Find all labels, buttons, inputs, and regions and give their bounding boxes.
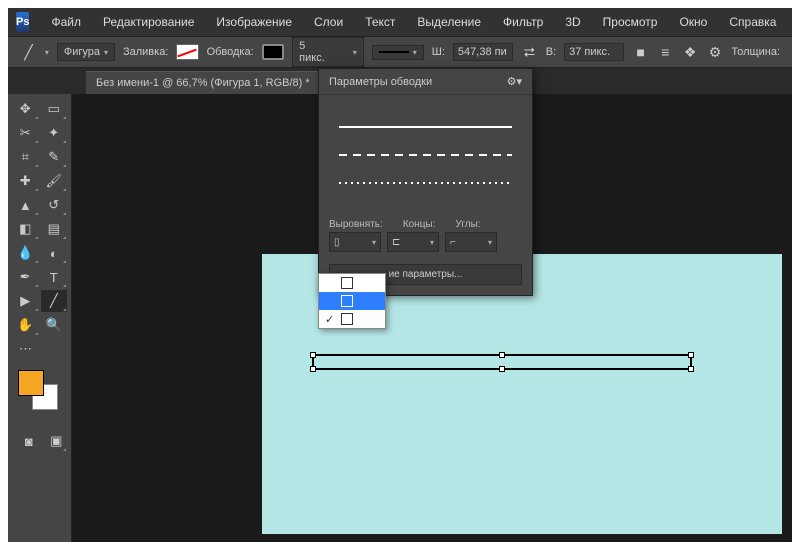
align-icon[interactable]: ≡ — [657, 42, 674, 62]
transform-handle[interactable] — [499, 366, 505, 372]
color-swatches[interactable] — [18, 370, 58, 410]
align-option-center[interactable] — [319, 292, 385, 310]
stroke-width-value: 5 пикс. — [299, 40, 328, 64]
gear-icon[interactable]: ⚙▾ — [507, 75, 522, 88]
move-tool[interactable]: ✥ — [12, 98, 39, 120]
line-preview-icon — [379, 51, 409, 53]
foreground-swatch[interactable] — [18, 370, 44, 396]
document-tab[interactable]: Без имени-1 @ 66,7% (Фигура 1, RGB/8) * — [86, 71, 320, 94]
align-outside-icon — [341, 313, 353, 325]
align-option-inside[interactable] — [319, 274, 385, 292]
stroke-width-select[interactable]: 5 пикс. ▾ — [292, 37, 364, 67]
menu-3d[interactable]: 3D — [555, 11, 590, 33]
toolbox: ✥ ▭ ✂ ✦ ⌗ ✎ ✚ 🖌 ▲ ↺ ◧ ▤ — [8, 94, 72, 542]
height-input[interactable] — [564, 43, 624, 61]
chevron-down-icon: ▾ — [413, 48, 417, 57]
stroke-preset-dotted[interactable] — [339, 169, 512, 197]
menu-help[interactable]: Справка — [719, 11, 786, 33]
height-label: В: — [546, 46, 556, 58]
corners-select[interactable]: ⌐▾ — [445, 232, 497, 252]
fill-swatch[interactable] — [176, 44, 198, 60]
thickness-label: Толщина: — [731, 46, 780, 58]
chevron-down-icon: ▾ — [353, 48, 357, 57]
fill-label: Заливка: — [123, 46, 168, 58]
link-wh-icon[interactable]: ⮂ — [521, 42, 538, 62]
options-bar: ╱ ▾ Фигура ▾ Заливка: Обводка: 5 пикс. ▾… — [8, 36, 792, 68]
path-select-tool[interactable]: ▶ — [12, 290, 39, 312]
lasso-tool[interactable]: ✂ — [12, 122, 39, 144]
chevron-down-icon: ▾ — [104, 48, 108, 57]
menu-filter[interactable]: Фильтр — [493, 11, 553, 33]
stroke-label: Обводка: — [207, 46, 254, 58]
menu-edit[interactable]: Редактирование — [93, 11, 204, 33]
quickmask-tool[interactable]: ◙ — [18, 430, 40, 452]
align-center-icon — [341, 295, 353, 307]
stamp-tool[interactable]: ▲ — [12, 194, 39, 216]
align-dropdown: ✓ — [318, 273, 386, 329]
align-select[interactable]: ▯▾ — [329, 232, 381, 252]
align-label: Выровнять: — [329, 219, 383, 230]
line-tool[interactable]: ╱ — [41, 290, 68, 312]
caps-select[interactable]: ⊏▾ — [387, 232, 439, 252]
transform-handle[interactable] — [310, 366, 316, 372]
hand-tool[interactable]: ✋ — [12, 314, 39, 336]
brush-tool[interactable]: 🖌 — [41, 170, 68, 192]
menu-layers[interactable]: Слои — [304, 11, 353, 33]
shape-mode-select[interactable]: Фигура ▾ — [57, 43, 115, 61]
gear-icon[interactable]: ⚙ — [707, 42, 724, 62]
stroke-style-select[interactable]: ▾ — [372, 45, 424, 60]
stroke-options-panel: Параметры обводки ⚙▾ Выровнять: Концы: У… — [318, 68, 533, 296]
wand-tool[interactable]: ✦ — [41, 122, 68, 144]
heal-tool[interactable]: ✚ — [12, 170, 39, 192]
transform-handle[interactable] — [688, 352, 694, 358]
menu-bar: Ps Файл Редактирование Изображение Слои … — [8, 8, 792, 36]
arrange-icon[interactable]: ❖ — [682, 42, 699, 62]
eyedropper-tool[interactable]: ✎ — [41, 146, 68, 168]
transform-handle[interactable] — [688, 366, 694, 372]
app-logo[interactable]: Ps — [16, 12, 29, 32]
type-tool[interactable]: T — [41, 266, 68, 288]
tool-preset-icon[interactable]: ╱ — [20, 42, 37, 62]
caps-label: Концы: — [403, 219, 436, 230]
zoom-tool[interactable]: 🔍 — [41, 314, 68, 336]
align-inside-icon — [341, 277, 353, 289]
width-label: Ш: — [432, 46, 445, 58]
menu-image[interactable]: Изображение — [206, 11, 302, 33]
marquee-tool[interactable]: ▭ — [41, 98, 68, 120]
shape-rectangle[interactable] — [312, 354, 692, 370]
shape-mode-label: Фигура — [64, 46, 100, 58]
transform-handle[interactable] — [499, 352, 505, 358]
menu-file[interactable]: Файл — [41, 11, 91, 33]
app-window: Ps Файл Редактирование Изображение Слои … — [8, 8, 792, 542]
align-option-outside[interactable]: ✓ — [319, 310, 385, 328]
stroke-swatch[interactable] — [262, 44, 284, 60]
transform-handle[interactable] — [310, 352, 316, 358]
eraser-tool[interactable]: ◧ — [12, 218, 39, 240]
corner-miter-icon: ⌐ — [450, 237, 456, 248]
stroke-preset-dashed[interactable] — [339, 141, 512, 169]
chevron-down-icon[interactable]: ▾ — [45, 48, 49, 57]
corners-label: Углы: — [455, 219, 480, 230]
edit-toolbar[interactable]: ⋯ — [12, 338, 39, 360]
history-brush-tool[interactable]: ↺ — [41, 194, 68, 216]
screenmode-tool[interactable]: ▣ — [46, 430, 68, 452]
cap-butt-icon: ⊏ — [392, 237, 400, 248]
blur-tool[interactable]: 💧 — [12, 242, 39, 264]
stroke-presets — [319, 95, 532, 215]
align-inside-icon: ▯ — [334, 237, 340, 248]
panel-title: Параметры обводки — [329, 76, 432, 88]
pen-tool[interactable]: ✒ — [12, 266, 39, 288]
menu-select[interactable]: Выделение — [407, 11, 491, 33]
crop-tool[interactable]: ⌗ — [12, 146, 39, 168]
dodge-tool[interactable]: ◐ — [41, 242, 68, 264]
path-ops-icon[interactable]: ■ — [632, 42, 649, 62]
gradient-tool[interactable]: ▤ — [41, 218, 68, 240]
width-input[interactable] — [453, 43, 513, 61]
stroke-preset-solid[interactable] — [339, 113, 512, 141]
menu-text[interactable]: Текст — [355, 11, 405, 33]
menu-view[interactable]: Просмотр — [593, 11, 668, 33]
menu-window[interactable]: Окно — [669, 11, 717, 33]
